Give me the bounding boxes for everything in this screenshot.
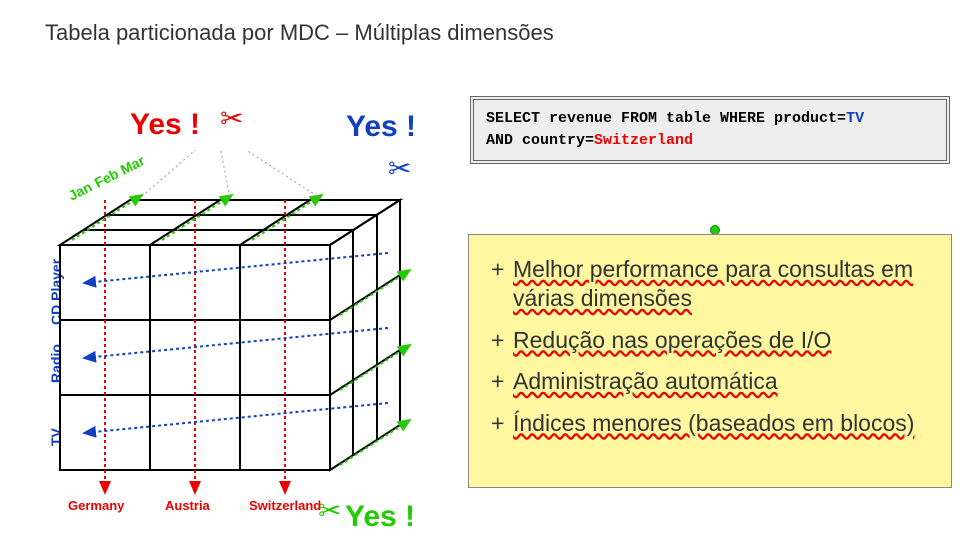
bullet-item: Administração automática: [491, 367, 933, 396]
sql-query-box: SELECT revenue FROM table WHERE product=…: [470, 96, 950, 164]
sql-value: Switzerland: [594, 132, 693, 149]
page-title: Tabela particionada por MDC – Múltiplas …: [45, 20, 554, 46]
yes-label-blue: Yes !: [346, 110, 416, 144]
bullet-item: Índices menores (baseados em blocos): [491, 409, 933, 438]
sql-text: AND country=: [486, 132, 594, 149]
scissors-icon: ✂: [220, 102, 243, 135]
sql-text: SELECT revenue FROM table WHERE product=: [486, 110, 846, 127]
bullet-item: Melhor performance para consultas em vár…: [491, 255, 933, 314]
bullet-item: Redução nas operações de I/O: [491, 326, 933, 355]
cube-diagram: Jan Feb Mar CD Player Radio TV Germany A…: [30, 150, 420, 520]
yes-label-red: Yes !: [130, 108, 200, 142]
callout-box[interactable]: Melhor performance para consultas em vár…: [468, 234, 952, 488]
sql-value: TV: [846, 110, 864, 127]
